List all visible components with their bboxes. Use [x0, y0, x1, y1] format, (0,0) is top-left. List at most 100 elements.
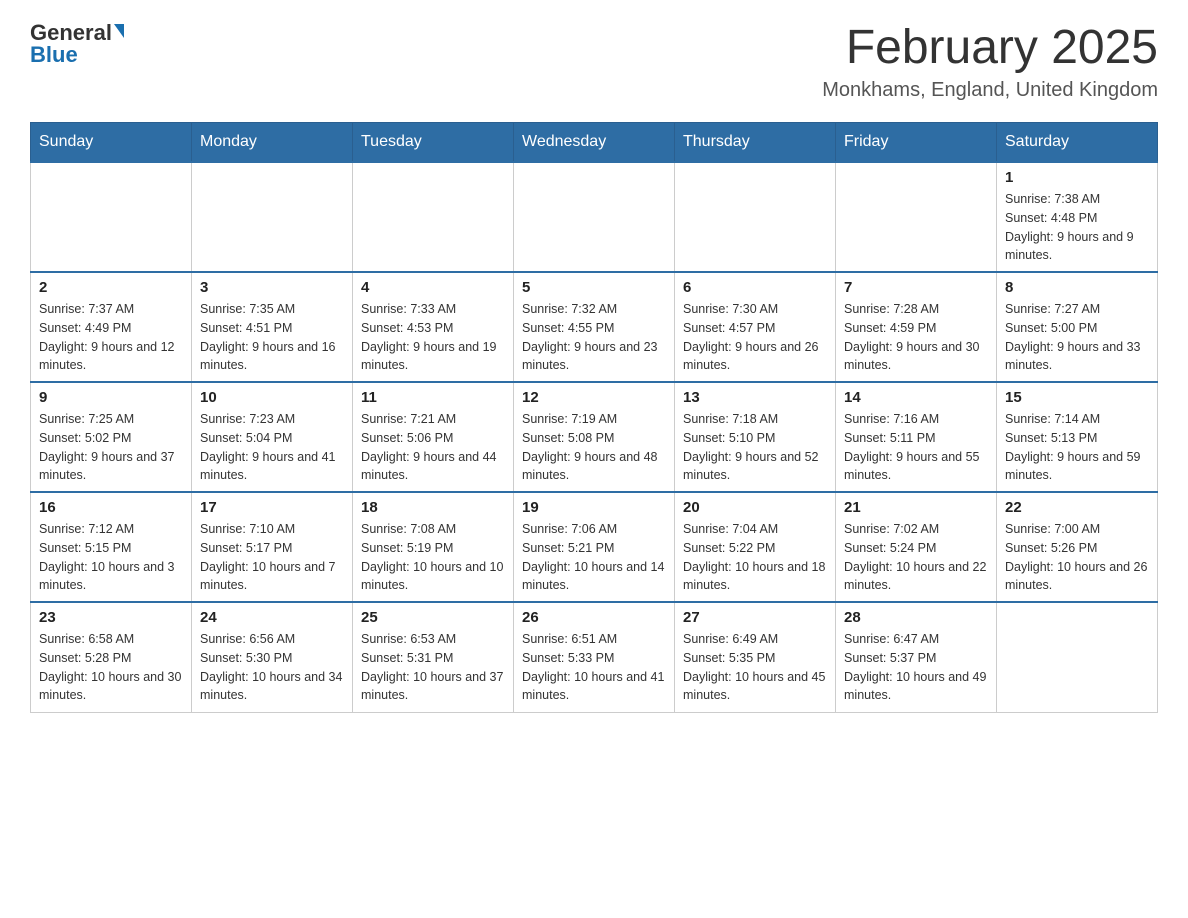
logo-blue-text: Blue — [30, 42, 78, 68]
day-number: 27 — [683, 609, 827, 626]
day-number: 13 — [683, 389, 827, 406]
calendar-cell: 22 Sunrise: 7:00 AMSunset: 5:26 PMDayligh… — [997, 492, 1158, 602]
calendar-cell: 5 Sunrise: 7:32 AMSunset: 4:55 PMDaylight… — [514, 272, 675, 382]
calendar-cell: 18 Sunrise: 7:08 AMSunset: 5:19 PMDayligh… — [353, 492, 514, 602]
day-info: Sunrise: 6:56 AMSunset: 5:30 PMDaylight:… — [200, 630, 344, 705]
day-info: Sunrise: 7:28 AMSunset: 4:59 PMDaylight:… — [844, 300, 988, 375]
weekday-header-tuesday: Tuesday — [353, 123, 514, 163]
day-info: Sunrise: 7:33 AMSunset: 4:53 PMDaylight:… — [361, 300, 505, 375]
day-number: 17 — [200, 499, 344, 516]
calendar-week-row: 16 Sunrise: 7:12 AMSunset: 5:15 PMDayligh… — [31, 492, 1158, 602]
day-number: 9 — [39, 389, 183, 406]
day-info: Sunrise: 7:18 AMSunset: 5:10 PMDaylight:… — [683, 410, 827, 485]
day-info: Sunrise: 7:27 AMSunset: 5:00 PMDaylight:… — [1005, 300, 1149, 375]
title-section: February 2025 Monkhams, England, United … — [822, 20, 1158, 102]
day-number: 12 — [522, 389, 666, 406]
page-header: General Blue February 2025 Monkhams, Eng… — [30, 20, 1158, 102]
calendar-cell: 28 Sunrise: 6:47 AMSunset: 5:37 PMDayligh… — [836, 602, 997, 712]
day-info: Sunrise: 7:02 AMSunset: 5:24 PMDaylight:… — [844, 520, 988, 595]
day-info: Sunrise: 7:04 AMSunset: 5:22 PMDaylight:… — [683, 520, 827, 595]
calendar-cell: 10 Sunrise: 7:23 AMSunset: 5:04 PMDayligh… — [192, 382, 353, 492]
day-number: 21 — [844, 499, 988, 516]
calendar-cell: 17 Sunrise: 7:10 AMSunset: 5:17 PMDayligh… — [192, 492, 353, 602]
day-info: Sunrise: 7:25 AMSunset: 5:02 PMDaylight:… — [39, 410, 183, 485]
day-number: 1 — [1005, 169, 1149, 186]
weekday-header-saturday: Saturday — [997, 123, 1158, 163]
day-info: Sunrise: 6:49 AMSunset: 5:35 PMDaylight:… — [683, 630, 827, 705]
day-number: 2 — [39, 279, 183, 296]
day-info: Sunrise: 6:47 AMSunset: 5:37 PMDaylight:… — [844, 630, 988, 705]
calendar-cell: 14 Sunrise: 7:16 AMSunset: 5:11 PMDayligh… — [836, 382, 997, 492]
calendar-header-row: SundayMondayTuesdayWednesdayThursdayFrid… — [31, 123, 1158, 163]
calendar-week-row: 23Sunrise: 6:58 AMSunset: 5:28 PMDayligh… — [31, 602, 1158, 712]
day-info: Sunrise: 7:37 AMSunset: 4:49 PMDaylight:… — [39, 300, 183, 375]
calendar-cell: 3 Sunrise: 7:35 AMSunset: 4:51 PMDaylight… — [192, 272, 353, 382]
weekday-header-wednesday: Wednesday — [514, 123, 675, 163]
calendar-cell: 6 Sunrise: 7:30 AMSunset: 4:57 PMDaylight… — [675, 272, 836, 382]
calendar-week-row: 1 Sunrise: 7:38 AMSunset: 4:48 PMDaylight… — [31, 162, 1158, 272]
weekday-header-monday: Monday — [192, 123, 353, 163]
day-number: 10 — [200, 389, 344, 406]
calendar-cell — [836, 162, 997, 272]
day-info: Sunrise: 7:35 AMSunset: 4:51 PMDaylight:… — [200, 300, 344, 375]
day-number: 8 — [1005, 279, 1149, 296]
weekday-header-thursday: Thursday — [675, 123, 836, 163]
calendar-cell: 16 Sunrise: 7:12 AMSunset: 5:15 PMDayligh… — [31, 492, 192, 602]
month-title: February 2025 — [822, 20, 1158, 75]
calendar-table: SundayMondayTuesdayWednesdayThursdayFrid… — [30, 122, 1158, 713]
day-info: Sunrise: 6:53 AMSunset: 5:31 PMDaylight:… — [361, 630, 505, 705]
day-number: 3 — [200, 279, 344, 296]
calendar-cell — [31, 162, 192, 272]
day-info: Sunrise: 7:00 AMSunset: 5:26 PMDaylight:… — [1005, 520, 1149, 595]
day-info: Sunrise: 7:38 AMSunset: 4:48 PMDaylight:… — [1005, 190, 1149, 265]
location-text: Monkhams, England, United Kingdom — [822, 79, 1158, 102]
day-number: 14 — [844, 389, 988, 406]
calendar-cell: 9 Sunrise: 7:25 AMSunset: 5:02 PMDaylight… — [31, 382, 192, 492]
calendar-week-row: 9 Sunrise: 7:25 AMSunset: 5:02 PMDaylight… — [31, 382, 1158, 492]
calendar-cell: 13 Sunrise: 7:18 AMSunset: 5:10 PMDayligh… — [675, 382, 836, 492]
day-info: Sunrise: 7:32 AMSunset: 4:55 PMDaylight:… — [522, 300, 666, 375]
day-info: Sunrise: 7:12 AMSunset: 5:15 PMDaylight:… — [39, 520, 183, 595]
calendar-cell: 19 Sunrise: 7:06 AMSunset: 5:21 PMDayligh… — [514, 492, 675, 602]
day-number: 24 — [200, 609, 344, 626]
day-number: 6 — [683, 279, 827, 296]
calendar-cell: 20Sunrise: 7:04 AMSunset: 5:22 PMDayligh… — [675, 492, 836, 602]
day-info: Sunrise: 7:16 AMSunset: 5:11 PMDaylight:… — [844, 410, 988, 485]
calendar-cell: 21 Sunrise: 7:02 AMSunset: 5:24 PMDayligh… — [836, 492, 997, 602]
day-info: Sunrise: 7:08 AMSunset: 5:19 PMDaylight:… — [361, 520, 505, 595]
day-number: 11 — [361, 389, 505, 406]
day-number: 22 — [1005, 499, 1149, 516]
day-info: Sunrise: 7:23 AMSunset: 5:04 PMDaylight:… — [200, 410, 344, 485]
calendar-cell: 15Sunrise: 7:14 AMSunset: 5:13 PMDayligh… — [997, 382, 1158, 492]
day-info: Sunrise: 7:30 AMSunset: 4:57 PMDaylight:… — [683, 300, 827, 375]
day-number: 16 — [39, 499, 183, 516]
calendar-cell — [353, 162, 514, 272]
day-info: Sunrise: 6:58 AMSunset: 5:28 PMDaylight:… — [39, 630, 183, 705]
calendar-cell: 8 Sunrise: 7:27 AMSunset: 5:00 PMDaylight… — [997, 272, 1158, 382]
day-number: 18 — [361, 499, 505, 516]
day-info: Sunrise: 7:21 AMSunset: 5:06 PMDaylight:… — [361, 410, 505, 485]
logo-arrow-icon — [114, 24, 124, 38]
day-number: 28 — [844, 609, 988, 626]
day-info: Sunrise: 7:06 AMSunset: 5:21 PMDaylight:… — [522, 520, 666, 595]
calendar-cell — [997, 602, 1158, 712]
calendar-cell: 27 Sunrise: 6:49 AMSunset: 5:35 PMDayligh… — [675, 602, 836, 712]
day-info: Sunrise: 7:19 AMSunset: 5:08 PMDaylight:… — [522, 410, 666, 485]
day-number: 15 — [1005, 389, 1149, 406]
calendar-cell: 23Sunrise: 6:58 AMSunset: 5:28 PMDayligh… — [31, 602, 192, 712]
calendar-cell — [192, 162, 353, 272]
calendar-cell: 7 Sunrise: 7:28 AMSunset: 4:59 PMDaylight… — [836, 272, 997, 382]
day-number: 19 — [522, 499, 666, 516]
calendar-cell: 26Sunrise: 6:51 AMSunset: 5:33 PMDayligh… — [514, 602, 675, 712]
day-info: Sunrise: 7:10 AMSunset: 5:17 PMDaylight:… — [200, 520, 344, 595]
calendar-cell — [514, 162, 675, 272]
calendar-cell: 4Sunrise: 7:33 AMSunset: 4:53 PMDaylight… — [353, 272, 514, 382]
day-number: 7 — [844, 279, 988, 296]
weekday-header-friday: Friday — [836, 123, 997, 163]
calendar-cell: 2 Sunrise: 7:37 AMSunset: 4:49 PMDaylight… — [31, 272, 192, 382]
calendar-cell: 24 Sunrise: 6:56 AMSunset: 5:30 PMDayligh… — [192, 602, 353, 712]
day-number: 26 — [522, 609, 666, 626]
calendar-cell: 12 Sunrise: 7:19 AMSunset: 5:08 PMDayligh… — [514, 382, 675, 492]
weekday-header-sunday: Sunday — [31, 123, 192, 163]
day-number: 5 — [522, 279, 666, 296]
